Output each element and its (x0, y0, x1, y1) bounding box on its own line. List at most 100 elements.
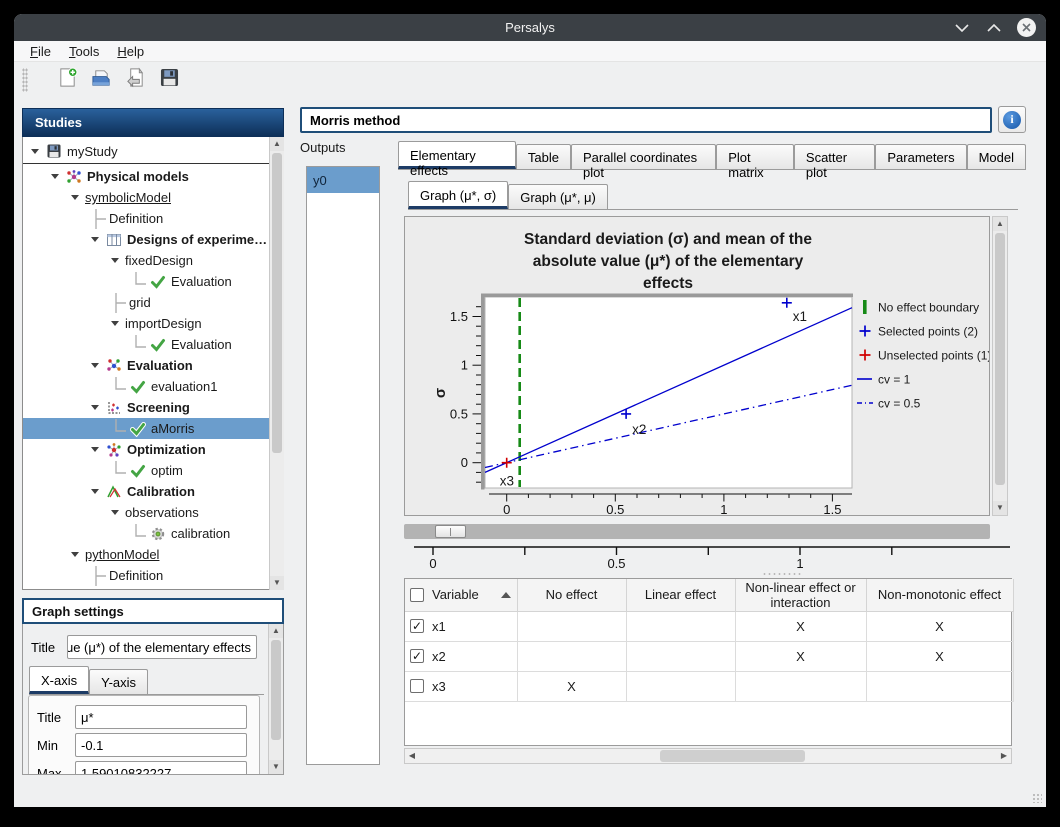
analysis-name-field[interactable]: Morris method (300, 107, 992, 133)
tab-Scatter-plot[interactable]: Scatter plot (794, 144, 875, 169)
tree-item-Calibration[interactable]: Calibration (23, 481, 283, 502)
axis-tab-Y-axis[interactable]: Y-axis (89, 669, 148, 694)
tree-item-Evaluation[interactable]: Evaluation (23, 355, 283, 376)
tree-item-Designs-of-experime-[interactable]: Designs of experime… (23, 229, 283, 250)
expand-arrow-icon[interactable] (91, 363, 99, 368)
tab-Model[interactable]: Model (967, 144, 1026, 169)
graph-title-input[interactable]: value (μ*) of the elementary effects (67, 635, 257, 659)
tree-item-Designs-of-experime-[interactable]: Designs of experime… (23, 586, 283, 590)
tree-item-label: fixedDesign (125, 253, 193, 268)
tab-Elementary-effects[interactable]: Elementary effects (398, 141, 516, 169)
tree-item-Definition[interactable]: Definition (23, 565, 283, 586)
graph-settings-scrollbar-thumb[interactable] (271, 640, 281, 740)
tree-item-grid[interactable]: grid (23, 292, 283, 313)
tree-item-Definition[interactable]: Definition (23, 208, 283, 229)
chart-scrollbar-thumb[interactable] (995, 233, 1005, 485)
column-header-non-linear-effect-or-interaction[interactable]: Non-linear effect or interaction (735, 579, 866, 611)
tree-scrollbar-thumb[interactable] (272, 153, 282, 453)
expand-arrow-icon[interactable] (111, 510, 119, 515)
graph-settings-scrollbar[interactable]: ▲ ▼ (268, 624, 283, 774)
tree-item-Physical-models[interactable]: Physical models (23, 166, 283, 187)
tree-item-myStudy[interactable]: myStudy (23, 139, 283, 164)
tree-item-observations[interactable]: observations (23, 502, 283, 523)
maximize-button[interactable] (985, 19, 1003, 37)
column-header-variable[interactable]: Variable (405, 579, 517, 611)
tree-item-importDesign[interactable]: importDesign (23, 313, 283, 334)
tree-item-Evaluation[interactable]: Evaluation (23, 271, 283, 292)
output-item-y0[interactable]: y0 (307, 167, 379, 193)
import-script-button[interactable] (122, 67, 148, 93)
subtab-Graph-[interactable]: Graph (μ*, μ) (508, 184, 608, 209)
tree-item-Optimization[interactable]: Optimization (23, 439, 283, 460)
sort-ascending-icon[interactable] (501, 592, 511, 598)
subtab-Graph-[interactable]: Graph (μ*, σ) (408, 181, 508, 209)
table-hscrollbar[interactable]: ◀ ▶ (404, 748, 1012, 764)
expand-arrow-icon[interactable] (91, 405, 99, 410)
scroll-down-icon[interactable]: ▼ (269, 760, 283, 774)
tab-Parallel-coordinates-plot[interactable]: Parallel coordinates plot (571, 144, 716, 169)
chart-scrollbar[interactable]: ▲ ▼ (992, 216, 1008, 516)
x-axis-min-input[interactable]: -0.1 (75, 733, 247, 757)
column-header-no-effect[interactable]: No effect (517, 579, 626, 611)
row-checkbox[interactable]: ✓ (410, 619, 424, 633)
select-all-checkbox[interactable] (410, 588, 424, 602)
scroll-up-icon[interactable]: ▲ (270, 137, 284, 151)
expand-arrow-icon[interactable] (91, 447, 99, 452)
save-icon (159, 67, 180, 93)
expand-arrow-icon[interactable] (111, 258, 119, 263)
tab-Table[interactable]: Table (516, 144, 571, 169)
range-slider[interactable] (404, 524, 990, 539)
table-row-x2[interactable]: ✓x2XX (405, 641, 1013, 671)
open-folder-button[interactable] (88, 67, 114, 93)
expand-arrow-icon[interactable] (111, 321, 119, 326)
x-axis-title-input[interactable]: μ* (75, 705, 247, 729)
tree-item-aMorris[interactable]: aMorris (23, 418, 283, 439)
splitter-handle[interactable] (762, 572, 802, 576)
resize-grip[interactable] (1032, 793, 1042, 803)
menu-tools[interactable]: Tools (69, 44, 99, 59)
tree-scrollbar[interactable]: ▲ ▼ (269, 137, 284, 590)
tree-item-calibration[interactable]: calibration (23, 523, 283, 544)
table-row-x1[interactable]: ✓x1XX (405, 611, 1013, 641)
scroll-right-icon[interactable]: ▶ (997, 749, 1011, 763)
tree-item-Screening[interactable]: Screening (23, 397, 283, 418)
new-document-button[interactable] (54, 67, 80, 93)
expand-arrow-icon[interactable] (71, 552, 79, 557)
tab-Plot-matrix[interactable]: Plot matrix (716, 144, 794, 169)
menu-file[interactable]: File (30, 44, 51, 59)
tree-item-Evaluation[interactable]: Evaluation (23, 334, 283, 355)
toolbar-drag-handle[interactable] (22, 68, 28, 92)
column-header-linear-effect[interactable]: Linear effect (626, 579, 735, 611)
tree-item-symbolicModel[interactable]: symbolicModel (23, 187, 283, 208)
tree-item-optim[interactable]: optim (23, 460, 283, 481)
column-header-non-monotonic-effect[interactable]: Non-monotonic effect (866, 579, 1013, 611)
scroll-up-icon[interactable]: ▲ (269, 624, 283, 638)
tree-item-pythonModel[interactable]: pythonModel (23, 544, 283, 565)
table-hscrollbar-thumb[interactable] (660, 750, 805, 762)
save-button[interactable] (156, 67, 182, 93)
scroll-down-icon[interactable]: ▼ (993, 501, 1007, 515)
x-axis-max-input[interactable]: 1.59010832227 (75, 761, 247, 775)
graph-settings-title: Graph settings (32, 604, 124, 619)
range-slider-handle[interactable] (435, 525, 466, 538)
menu-help[interactable]: Help (117, 44, 144, 59)
tree-item-fixedDesign[interactable]: fixedDesign (23, 250, 283, 271)
minimize-button[interactable] (953, 19, 971, 37)
close-button[interactable] (1017, 18, 1036, 37)
scroll-left-icon[interactable]: ◀ (405, 749, 419, 763)
scroll-down-icon[interactable]: ▼ (270, 576, 284, 590)
axis-tab-X-axis[interactable]: X-axis (29, 666, 89, 694)
row-checkbox[interactable] (410, 679, 424, 693)
tab-Parameters[interactable]: Parameters (875, 144, 966, 169)
table-row-x3[interactable]: x3X (405, 671, 1013, 701)
info-button[interactable]: i (998, 106, 1026, 133)
expand-arrow-icon[interactable] (31, 149, 39, 154)
expand-arrow-icon[interactable] (91, 237, 99, 242)
row-checkbox[interactable]: ✓ (410, 649, 424, 663)
tree-item-evaluation1[interactable]: evaluation1 (23, 376, 283, 397)
expand-arrow-icon[interactable] (51, 174, 59, 179)
scroll-up-icon[interactable]: ▲ (993, 217, 1007, 231)
expand-arrow-icon[interactable] (91, 489, 99, 494)
expand-arrow-icon[interactable] (71, 195, 79, 200)
titlebar[interactable]: Persalys (14, 14, 1046, 41)
